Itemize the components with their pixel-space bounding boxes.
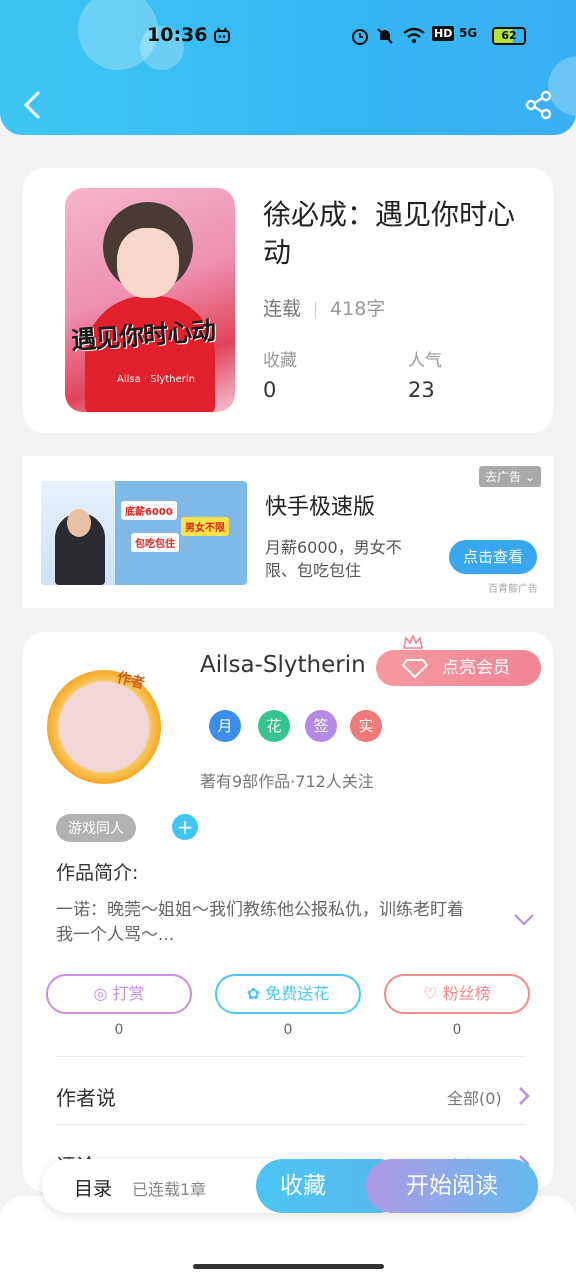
flower-icon: ✿	[246, 984, 261, 1003]
badge-month-icon[interactable]: 月	[209, 710, 241, 742]
app-notification-icon	[212, 26, 232, 50]
ad-banner[interactable]: 底薪6000 男女不限 包吃包住 快手极速版 月薪6000，男女不限、包吃包住 …	[23, 456, 553, 608]
intro-title: 作品简介:	[56, 862, 139, 884]
badge-signed-icon[interactable]: 签	[305, 710, 337, 742]
author-says-count[interactable]: 全部(0)	[447, 1085, 502, 1109]
serial-status: 已连载1章	[132, 1180, 207, 1199]
battery-indicator: 62	[492, 27, 526, 45]
avatar-frame	[47, 670, 161, 784]
intro-text: 一诺：晚莞～姐姐～我们教练他公报私仇，训练老盯着我一个人骂～...	[56, 900, 464, 945]
mute-bell-icon	[375, 26, 395, 50]
reward-button[interactable]: ◎ 打赏	[46, 974, 192, 1014]
vip-button[interactable]: 点亮会员	[376, 634, 541, 686]
popularity-label: 人气	[408, 351, 442, 371]
fan-ranking-label: 粉丝榜	[442, 984, 491, 1003]
book-title: 徐必成：遇见你时心动	[263, 198, 516, 269]
badge-flower-icon[interactable]: 花	[258, 710, 290, 742]
vip-label: 点亮会员	[442, 658, 510, 678]
ad-cta-button[interactable]: 点击查看	[449, 540, 537, 574]
back-button[interactable]	[18, 88, 48, 122]
ad-title: 快手极速版	[265, 495, 376, 520]
wifi-icon	[402, 26, 426, 50]
chevron-right-icon[interactable]	[517, 1086, 531, 1106]
divider	[56, 1056, 526, 1057]
diamond-icon	[402, 659, 428, 678]
category-tag[interactable]: 游戏同人	[56, 814, 136, 842]
crown-icon	[403, 634, 423, 649]
hd-indicator: HD	[432, 26, 455, 41]
author-stats: 著有9部作品·712人关注	[200, 772, 374, 791]
book-cover[interactable]: 遇见你时心动 Ailsa · Slytherin	[65, 188, 235, 412]
word-count: 418字	[330, 298, 386, 320]
chevron-down-icon: ⌄	[524, 470, 535, 484]
remove-ad-label: 去广告	[485, 470, 522, 484]
ad-image-tag: 男女不限	[181, 517, 229, 536]
ad-image-tag: 底薪6000	[121, 501, 177, 520]
signal-indicator: 5G	[459, 26, 478, 40]
share-button[interactable]	[524, 90, 554, 120]
home-indicator[interactable]	[193, 1264, 384, 1269]
author-card: 作者 Ailsa-Slytherin 点亮会员 月 花 签 实 著有9部作品·7…	[23, 632, 553, 1192]
fan-ranking-button[interactable]: ♡ 粉丝榜	[384, 974, 530, 1014]
cover-author: Ailsa · Slytherin	[117, 374, 195, 385]
author-avatar[interactable]: 作者	[37, 662, 187, 792]
reward-count: 0	[114, 1022, 124, 1038]
book-status: 连载	[263, 298, 302, 320]
reward-label: 打赏	[112, 984, 145, 1003]
favorites-value: 0	[263, 378, 277, 402]
author-name[interactable]: Ailsa-Slytherin	[200, 652, 366, 678]
ad-description: 月薪6000，男女不限、包吃包住	[265, 538, 402, 580]
chevron-down-icon	[514, 914, 534, 926]
book-meta: 连载 418字	[263, 294, 385, 321]
status-time: 10:36	[147, 24, 208, 46]
ad-source: 百青藤广告	[488, 584, 538, 595]
popularity-value: 23	[408, 378, 435, 402]
add-tag-button[interactable]: +	[172, 814, 198, 840]
user-heart-icon: ♡	[423, 984, 438, 1003]
cover-figure	[117, 228, 179, 298]
share-icon	[525, 90, 552, 120]
badge-verified-icon[interactable]: 实	[350, 710, 382, 742]
book-info-card: 遇见你时心动 Ailsa · Slytherin 徐必成：遇见你时心动 连载 41…	[23, 168, 553, 433]
fan-ranking-count: 0	[452, 1022, 462, 1038]
author-says-label[interactable]: 作者说	[56, 1082, 116, 1111]
header-bar: 10:36 HD 5G 62	[0, 0, 576, 135]
divider	[56, 1124, 526, 1125]
ad-image[interactable]: 底薪6000 男女不限 包吃包住	[41, 481, 247, 585]
alarm-icon	[350, 26, 370, 50]
toc-button[interactable]: 目录	[74, 1174, 112, 1201]
expand-intro-button[interactable]	[513, 912, 535, 926]
send-flower-button[interactable]: ✿ 免费送花	[215, 974, 361, 1014]
flower-count: 0	[283, 1022, 293, 1038]
chevron-left-icon	[23, 91, 40, 119]
send-flower-label: 免费送花	[265, 984, 330, 1003]
status-bar: 10:36 HD 5G 62	[0, 22, 576, 52]
coin-icon: ◎	[93, 984, 108, 1003]
favorites-label: 收藏	[263, 351, 297, 371]
ad-person	[67, 509, 91, 537]
start-reading-button[interactable]: 开始阅读	[366, 1159, 538, 1213]
remove-ad-button[interactable]: 去广告 ⌄	[479, 466, 541, 487]
meta-divider	[315, 301, 317, 318]
bottom-action-bar: 目录 已连载1章 收藏 开始阅读	[42, 1159, 538, 1213]
ad-image-tag: 包吃包住	[131, 533, 179, 552]
